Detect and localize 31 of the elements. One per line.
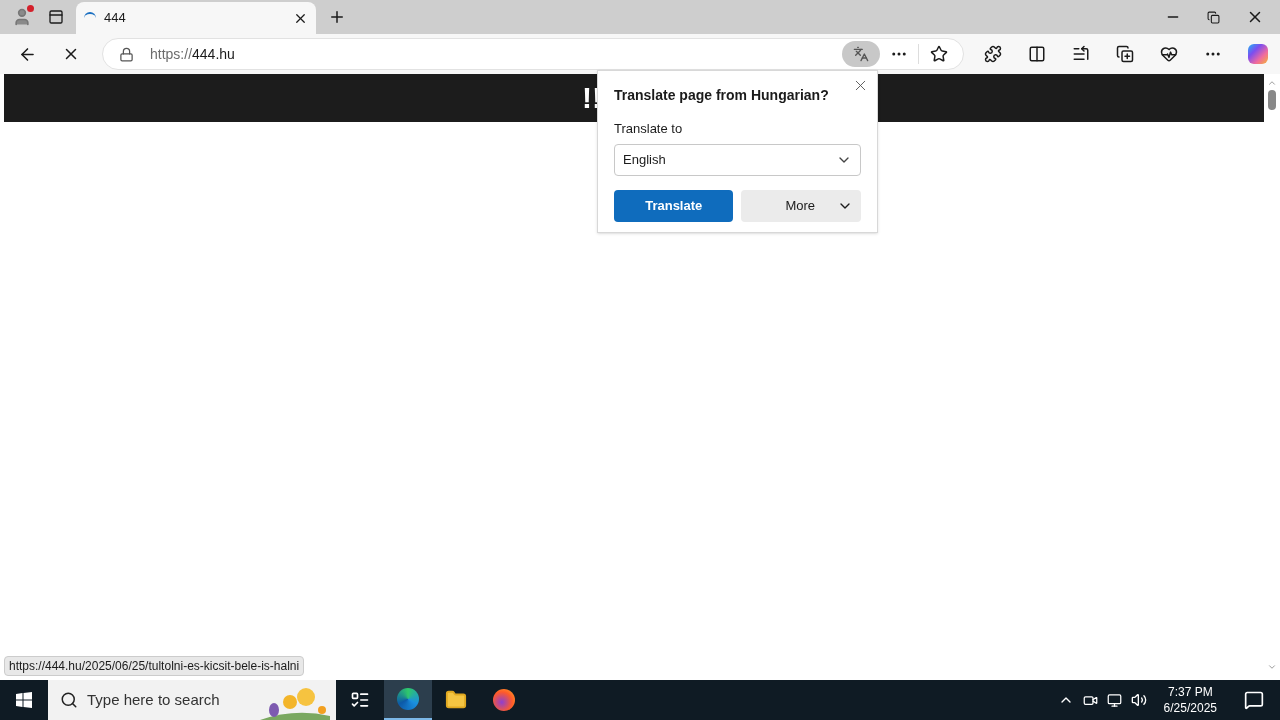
- tab-title: 444: [104, 9, 127, 28]
- heart-pulse-icon[interactable]: [1160, 45, 1178, 63]
- search-placeholder: Type here to search: [87, 689, 220, 710]
- clock-time[interactable]: 7:37 PM: [1167, 684, 1213, 700]
- flowers-icon: [260, 686, 330, 720]
- status-url: https://444.hu/2025/06/25/tultolni-es-kicsit-bele-is-halni: [4, 656, 305, 676]
- volume-icon[interactable]: [1130, 692, 1147, 708]
- language-value: English: [623, 150, 666, 169]
- split-screen-icon[interactable]: [1028, 45, 1046, 63]
- puzzle-icon[interactable]: [984, 45, 1002, 63]
- collections-icon[interactable]: [1116, 45, 1134, 63]
- lock-icon[interactable]: [119, 46, 134, 62]
- language-select[interactable]: English: [614, 143, 861, 176]
- profile-icon[interactable]: [12, 7, 32, 27]
- translate-button[interactable]: Translate: [614, 189, 734, 222]
- search-field[interactable]: Type here to search: [48, 680, 336, 720]
- address-bar[interactable]: https://444.hu: [102, 38, 964, 70]
- favorites-icon[interactable]: [1072, 45, 1090, 63]
- browser-tab[interactable]: 444: [76, 2, 316, 34]
- search-icon: [60, 691, 78, 709]
- clock-date[interactable]: 6/25/2025: [1163, 700, 1217, 716]
- tab-actions-icon[interactable]: [48, 9, 64, 25]
- scrollbar-thumb[interactable]: [1268, 90, 1276, 110]
- translate-icon[interactable]: [842, 41, 880, 67]
- more-button[interactable]: More: [741, 189, 861, 222]
- network-icon[interactable]: [1106, 692, 1122, 708]
- new-tab-icon[interactable]: [328, 8, 346, 26]
- restore-icon[interactable]: [1207, 10, 1220, 24]
- field-label: Translate to: [614, 120, 684, 138]
- url-text: https://444.hu: [150, 45, 235, 62]
- popup-title: Translate page from Hungarian?: [614, 86, 830, 105]
